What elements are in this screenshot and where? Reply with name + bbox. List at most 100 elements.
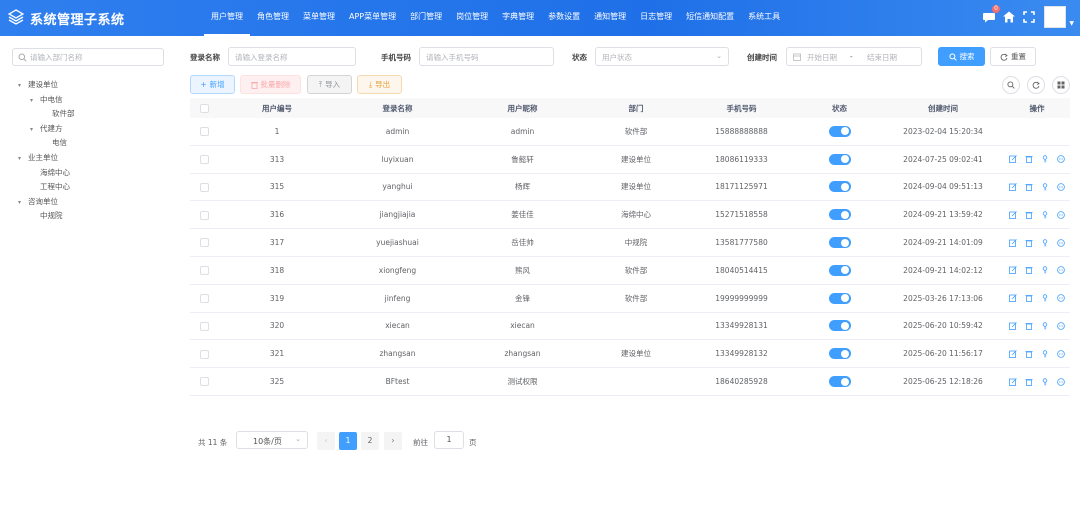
nav-item[interactable]: 字典管理 bbox=[495, 0, 541, 36]
key-icon[interactable] bbox=[1041, 266, 1049, 274]
key-icon[interactable] bbox=[1041, 211, 1049, 219]
edit-icon[interactable] bbox=[1009, 155, 1017, 164]
page-size-select[interactable]: 10条/页 ⌄ bbox=[236, 431, 308, 449]
prev-page-button[interactable]: ‹ bbox=[317, 432, 335, 450]
tree-node[interactable]: 工程中心 bbox=[18, 180, 75, 195]
import-button[interactable]: ⤒ 导入 bbox=[307, 75, 352, 94]
caret-down-icon[interactable]: ▾ bbox=[18, 79, 28, 94]
message-icon[interactable]: 0 bbox=[982, 5, 1000, 24]
status-switch[interactable] bbox=[828, 348, 851, 360]
key-icon[interactable] bbox=[1041, 322, 1049, 330]
more-icon[interactable] bbox=[1057, 349, 1065, 358]
edit-icon[interactable] bbox=[1009, 183, 1017, 191]
key-icon[interactable] bbox=[1041, 183, 1049, 191]
select-all-checkbox[interactable] bbox=[199, 103, 209, 113]
row-checkbox[interactable] bbox=[199, 349, 209, 359]
nav-item[interactable]: 部门管理 bbox=[403, 0, 449, 36]
trash-icon[interactable] bbox=[1025, 239, 1033, 247]
status-switch[interactable] bbox=[828, 181, 851, 193]
edit-icon[interactable] bbox=[1009, 266, 1017, 275]
login-name-input[interactable] bbox=[235, 51, 346, 63]
more-icon[interactable] bbox=[1057, 155, 1065, 163]
toggle-search-button[interactable] bbox=[1002, 76, 1020, 94]
row-checkbox[interactable] bbox=[199, 238, 209, 248]
caret-down-icon[interactable]: ▼ bbox=[1069, 20, 1074, 27]
edit-icon[interactable] bbox=[1009, 322, 1017, 330]
goto-page-input[interactable]: 1 bbox=[434, 431, 464, 449]
tree-node[interactable]: ▾ 建设单位 bbox=[18, 78, 75, 93]
status-switch[interactable] bbox=[828, 237, 851, 249]
reset-button[interactable]: 重置 bbox=[990, 47, 1036, 66]
trash-icon[interactable] bbox=[1025, 322, 1033, 330]
export-button[interactable]: ⤓ 导出 bbox=[357, 75, 402, 94]
page-2-button[interactable]: 2 bbox=[361, 432, 379, 450]
date-range-picker[interactable]: 开始日期 - 结束日期 bbox=[786, 47, 922, 66]
add-button[interactable]: + 新增 bbox=[190, 75, 235, 94]
tree-node[interactable]: ▾ 咨询单位 bbox=[18, 195, 75, 210]
nav-item[interactable]: 菜单管理 bbox=[296, 0, 342, 36]
home-icon[interactable] bbox=[1002, 10, 1016, 24]
search-button[interactable]: 搜索 bbox=[938, 47, 985, 66]
row-checkbox[interactable] bbox=[199, 127, 209, 137]
tree-node[interactable]: ▾ 业主单位 bbox=[18, 151, 75, 166]
nav-item[interactable]: 日志管理 bbox=[633, 0, 679, 36]
batch-delete-button[interactable]: 批量删除 bbox=[240, 75, 301, 94]
nav-item[interactable]: 通知管理 bbox=[587, 0, 633, 36]
row-checkbox[interactable] bbox=[199, 377, 209, 387]
key-icon[interactable] bbox=[1041, 350, 1049, 358]
tree-node[interactable]: 海绵中心 bbox=[18, 166, 75, 181]
more-icon[interactable] bbox=[1057, 210, 1065, 219]
status-select-input[interactable] bbox=[602, 51, 719, 63]
trash-icon[interactable] bbox=[1025, 350, 1033, 358]
key-icon[interactable] bbox=[1041, 238, 1049, 247]
trash-icon[interactable] bbox=[1025, 155, 1033, 164]
edit-icon[interactable] bbox=[1009, 294, 1017, 303]
status-switch[interactable] bbox=[828, 320, 851, 332]
start-date-placeholder[interactable]: 开始日期 bbox=[807, 52, 837, 63]
tree-node[interactable]: 软件部 bbox=[18, 107, 75, 122]
dept-search-input[interactable] bbox=[30, 51, 160, 63]
more-icon[interactable] bbox=[1057, 266, 1065, 275]
edit-icon[interactable] bbox=[1009, 238, 1017, 247]
tree-node[interactable]: ▾ 代建方 bbox=[18, 122, 75, 137]
row-checkbox[interactable] bbox=[199, 266, 209, 276]
status-switch[interactable] bbox=[828, 153, 851, 165]
more-icon[interactable] bbox=[1057, 183, 1065, 191]
nav-item[interactable]: 岗位管理 bbox=[449, 0, 495, 36]
edit-icon[interactable] bbox=[1009, 349, 1017, 358]
trash-icon[interactable] bbox=[1025, 378, 1033, 386]
phone-input[interactable] bbox=[426, 51, 544, 63]
more-icon[interactable] bbox=[1057, 322, 1065, 330]
fullscreen-icon[interactable] bbox=[1022, 10, 1036, 24]
status-switch[interactable] bbox=[828, 209, 851, 221]
row-checkbox[interactable] bbox=[199, 293, 209, 303]
key-icon[interactable] bbox=[1041, 294, 1049, 302]
caret-down-icon[interactable]: ▾ bbox=[18, 196, 28, 211]
key-icon[interactable] bbox=[1041, 377, 1049, 386]
tree-node[interactable]: ▾ 中电信 bbox=[18, 93, 75, 108]
user-avatar[interactable] bbox=[1044, 6, 1066, 28]
edit-icon[interactable] bbox=[1009, 210, 1017, 219]
trash-icon[interactable] bbox=[1025, 183, 1033, 191]
page-1-button[interactable]: 1 bbox=[339, 432, 357, 450]
trash-icon[interactable] bbox=[1025, 211, 1033, 219]
columns-button[interactable] bbox=[1052, 76, 1070, 94]
tree-node[interactable]: 中规院 bbox=[18, 209, 75, 224]
tree-node[interactable]: 电信 bbox=[18, 136, 75, 151]
next-page-button[interactable]: › bbox=[384, 432, 402, 450]
nav-item[interactable]: 参数设置 bbox=[541, 0, 587, 36]
caret-down-icon[interactable]: ▾ bbox=[30, 123, 40, 138]
row-checkbox[interactable] bbox=[199, 154, 209, 164]
status-switch[interactable] bbox=[828, 264, 851, 276]
end-date-placeholder[interactable]: 结束日期 bbox=[867, 52, 897, 63]
nav-item[interactable]: APP菜单管理 bbox=[342, 0, 403, 36]
more-icon[interactable] bbox=[1057, 238, 1065, 247]
caret-down-icon[interactable]: ▾ bbox=[30, 94, 40, 109]
key-icon[interactable] bbox=[1041, 155, 1049, 163]
nav-item[interactable]: 用户管理 bbox=[204, 0, 250, 36]
nav-item[interactable]: 短信通知配置 bbox=[679, 0, 741, 36]
row-checkbox[interactable] bbox=[199, 321, 209, 331]
more-icon[interactable] bbox=[1057, 294, 1065, 302]
nav-item[interactable]: 角色管理 bbox=[250, 0, 296, 36]
status-select[interactable]: ⌄ bbox=[595, 47, 729, 66]
